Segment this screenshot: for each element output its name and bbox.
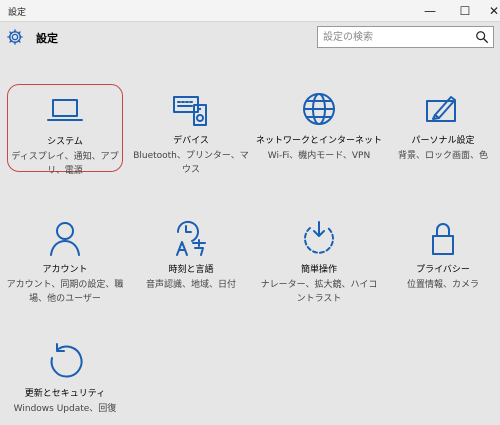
tile-description: Bluetooth、プリンター、マウス — [133, 151, 249, 175]
tile-name: 更新とセキュリティ — [24, 389, 106, 399]
tile-name: パーソナル設定 — [411, 136, 475, 146]
search-box[interactable] — [317, 26, 494, 48]
refresh-icon — [45, 342, 85, 382]
person-icon — [45, 218, 85, 258]
header: 設定 — [0, 22, 500, 52]
tile-name: アカウント — [42, 265, 88, 275]
tile-description: Windows Update、回復 — [13, 404, 117, 414]
tile-system[interactable]: システム ディスプレイ、通知、アプリ、電源 — [7, 84, 123, 176]
tile-description: Wi-Fi、機内モード、VPN — [267, 151, 371, 161]
minimize-button[interactable]: — — [413, 0, 447, 22]
tile-name: システム — [47, 137, 83, 147]
tile-name: 時刻と言語 — [168, 265, 214, 275]
tile-description: 背景、ロック画面、色 — [397, 151, 488, 161]
tile-description: 音声認識、地域、日付 — [145, 280, 236, 290]
tile-time-language[interactable]: 時刻と言語 音声認識、地域、日付 — [133, 213, 249, 301]
search-input[interactable] — [318, 28, 468, 46]
tile-ease-of-access[interactable]: 簡単操作 ナレーター、拡大鏡、ハイコントラスト — [261, 213, 377, 304]
page-title: 設定 — [36, 32, 58, 45]
paint-icon — [423, 89, 463, 129]
devices-icon — [171, 89, 211, 129]
window-title: 設定 — [8, 8, 27, 18]
tile-accounts[interactable]: アカウント アカウント、同期の設定、職場、他のユーザー — [7, 213, 123, 304]
time-language-icon — [171, 218, 211, 258]
close-button[interactable]: ✕ — [477, 0, 500, 22]
title-bar: 設定 — ☐ ✕ — [0, 0, 500, 22]
tile-description: 位置情報、カメラ — [406, 280, 479, 290]
tile-devices[interactable]: デバイス Bluetooth、プリンター、マウス — [133, 84, 249, 175]
tile-update-security[interactable]: 更新とセキュリティ Windows Update、回復 — [7, 337, 123, 425]
tile-description: アカウント、同期の設定、職場、他のユーザー — [6, 280, 124, 304]
tile-description: ナレーター、拡大鏡、ハイコントラスト — [260, 280, 378, 304]
tile-name: プライバシー — [416, 265, 470, 275]
globe-icon — [299, 89, 339, 129]
tile-privacy[interactable]: プライバシー 位置情報、カメラ — [385, 213, 500, 301]
lock-icon — [423, 218, 463, 258]
tile-name: 簡単操作 — [300, 265, 337, 275]
tile-name: ネットワークとインターネット — [256, 136, 383, 146]
ease-of-access-icon — [299, 218, 339, 258]
search-icon[interactable] — [475, 30, 489, 44]
gear-icon — [7, 29, 23, 45]
tile-network[interactable]: ネットワークとインターネット Wi-Fi、機内モード、VPN — [256, 84, 382, 172]
tile-description: ディスプレイ、通知、アプリ、電源 — [11, 152, 119, 176]
tile-name: デバイス — [173, 136, 209, 146]
laptop-icon — [45, 90, 85, 130]
tile-personalization[interactable]: パーソナル設定 背景、ロック画面、色 — [385, 84, 500, 172]
